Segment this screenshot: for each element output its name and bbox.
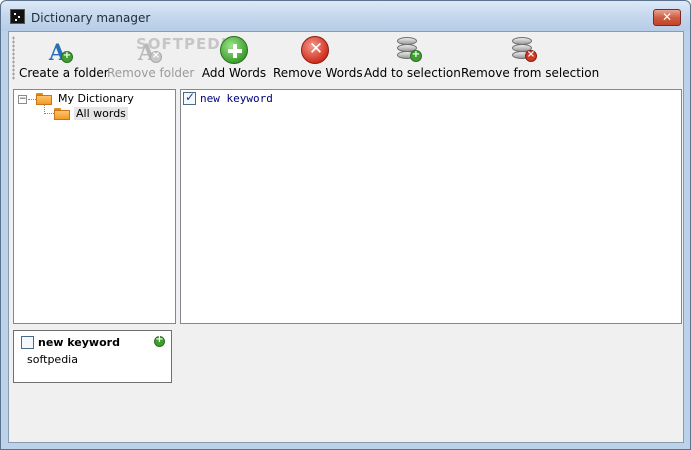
add-plus-icon[interactable]: + <box>154 334 165 347</box>
card-body-text: softpedia <box>27 353 78 366</box>
remove-words-icon: ✕ <box>300 35 330 65</box>
remove-folder-icon: A × <box>134 35 164 66</box>
plus-badge-icon: + <box>61 50 73 63</box>
add-words-button[interactable]: Add Words <box>200 32 268 82</box>
remove-folder-button[interactable]: A × Remove folder <box>107 32 195 82</box>
word-item-text[interactable]: new keyword <box>200 92 273 105</box>
remove-folder-label: Remove folder <box>107 66 195 80</box>
add-to-selection-label: Add to selection <box>364 66 461 80</box>
toolbar-grip-handle[interactable] <box>12 36 15 80</box>
remove-from-selection-label: Remove from selection <box>461 66 600 80</box>
add-words-label: Add Words <box>201 66 267 80</box>
toolbar: SOFTPEDIA A + Create a folder A × Remove… <box>9 32 683 84</box>
client-area: SOFTPEDIA A + Create a folder A × Remove… <box>8 31 684 443</box>
add-words-icon <box>219 35 249 65</box>
title-bar[interactable]: Dictionary manager ✕ <box>1 1 690 31</box>
remove-badge-icon: × <box>525 49 537 62</box>
window-title: Dictionary manager <box>31 11 151 25</box>
folder-icon <box>36 93 52 105</box>
remove-badge-icon: × <box>150 50 162 63</box>
card-title: new keyword <box>38 336 120 349</box>
add-to-selection-icon: + <box>394 35 424 65</box>
tree-item-label: My Dictionary <box>58 92 134 105</box>
folder-tree-panel[interactable]: − My Dictionary All words <box>13 89 176 324</box>
folder-icon <box>54 108 70 120</box>
keyword-card[interactable]: new keyword + softpedia <box>13 330 172 383</box>
card-checkbox[interactable] <box>21 336 34 349</box>
tree-item-all-words[interactable]: All words <box>54 107 164 121</box>
close-button[interactable]: ✕ <box>653 9 681 26</box>
app-icon <box>10 9 25 24</box>
tree-item-my-dictionary[interactable]: − My Dictionary <box>18 92 168 106</box>
create-folder-icon: A + <box>45 35 75 66</box>
add-to-selection-button[interactable]: + Add to selection <box>364 32 461 82</box>
remove-from-selection-icon: × <box>509 35 539 65</box>
create-folder-button[interactable]: A + Create a folder <box>19 32 109 82</box>
green-plus-circle <box>220 36 248 64</box>
tree-item-label: All words <box>74 107 128 120</box>
word-checkbox[interactable] <box>183 90 196 105</box>
red-x-circle: ✕ <box>301 36 329 64</box>
remove-words-button[interactable]: ✕ Remove Words <box>273 32 363 82</box>
words-list-panel[interactable]: new keyword <box>180 89 682 324</box>
remove-from-selection-button[interactable]: × Remove from selection <box>461 32 600 82</box>
remove-words-label: Remove Words <box>273 66 363 80</box>
collapse-expander-icon[interactable]: − <box>18 95 27 104</box>
plus-badge-icon: + <box>410 49 422 62</box>
dictionary-manager-window: Dictionary manager ✕ SOFTPEDIA A + Creat… <box>0 0 691 450</box>
create-folder-label: Create a folder <box>19 66 109 80</box>
